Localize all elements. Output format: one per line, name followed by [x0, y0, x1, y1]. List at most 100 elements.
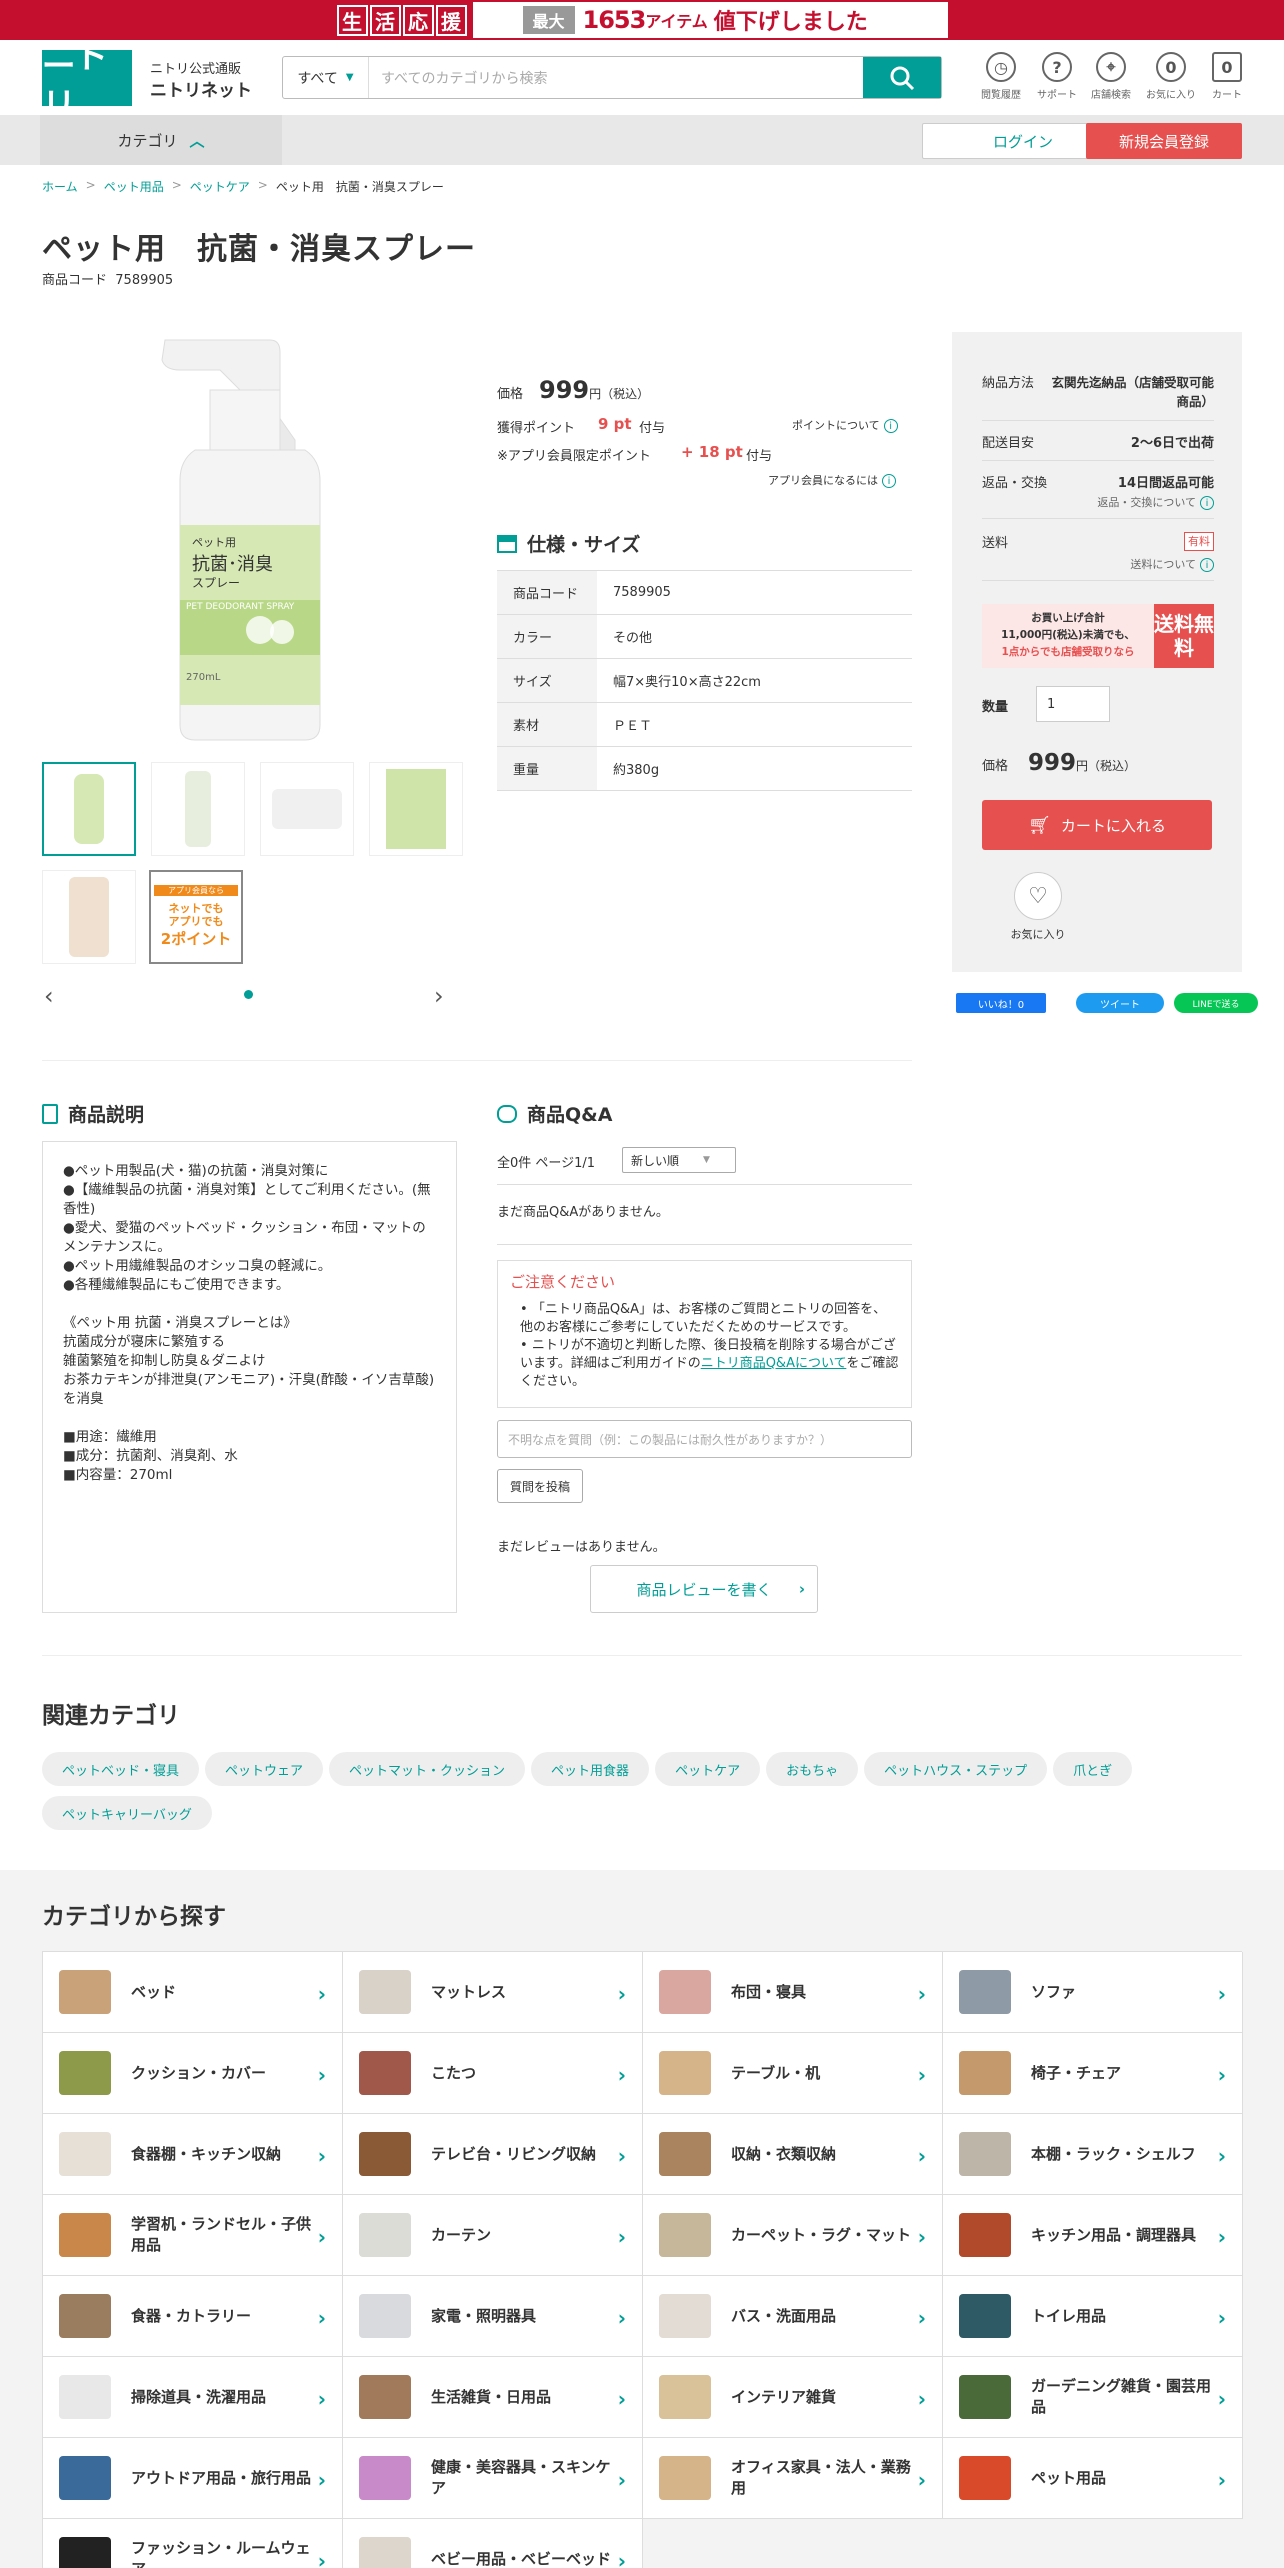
search-scope-select[interactable]: すべて ▼ — [283, 57, 369, 98]
product-code: 商品コード 7589905 — [42, 269, 173, 288]
category-thumbnail — [959, 2375, 1011, 2419]
category-menu-button[interactable]: カテゴリ ︿ — [40, 115, 282, 165]
related-tag[interactable]: ペットケア — [655, 1752, 761, 1786]
category-tile[interactable]: テーブル・机 › — [643, 2033, 943, 2114]
favorite-heart-icon[interactable]: ♡ — [1014, 872, 1062, 920]
category-tile[interactable]: 布団・寝具 › — [643, 1952, 943, 2033]
category-tile[interactable]: クッション・カバー › — [43, 2033, 343, 2114]
banner-message: 最大 1653 アイテム 値下げしました — [472, 2, 948, 38]
category-tile[interactable]: ソファ › — [943, 1952, 1243, 2033]
thumbnail-2[interactable] — [151, 762, 245, 856]
points-label: 獲得ポイント — [497, 421, 576, 436]
category-tile[interactable]: 収納・衣類収納 › — [643, 2114, 943, 2195]
category-tile[interactable]: ベビー用品・ベビーベッド › — [343, 2519, 643, 2568]
category-tile[interactable]: 生活雑貨・日用品 › — [343, 2357, 643, 2438]
return-about-link[interactable]: 返品・交換について i — [982, 494, 1214, 510]
question-input[interactable]: 不明な点を質問（例：この製品には耐久性がありますか？） — [497, 1420, 912, 1458]
category-tile[interactable]: 食器・カトラリー › — [43, 2276, 343, 2357]
breadcrumb-home[interactable]: ホーム — [42, 178, 78, 195]
related-tag[interactable]: ペットウェア — [205, 1752, 324, 1786]
category-tile[interactable]: 食器棚・キッチン収納 › — [43, 2114, 343, 2195]
qa-guide-link[interactable]: ニトリ商品Q&Aについて — [701, 1356, 847, 1371]
category-tile[interactable]: テレビ台・リビング収納 › — [343, 2114, 643, 2195]
category-tile[interactable]: こたつ › — [343, 2033, 643, 2114]
category-tile[interactable]: 椅子・チェア › — [943, 2033, 1243, 2114]
add-to-cart-button[interactable]: 🛒︎ カートに入れる — [982, 800, 1212, 850]
related-tag[interactable]: ペットハウス・ステップ — [864, 1752, 1048, 1786]
post-question-button[interactable]: 質問を投稿 — [497, 1469, 583, 1503]
category-tile[interactable]: トイレ用品 › — [943, 2276, 1243, 2357]
category-tile[interactable]: ペット用品 › — [943, 2438, 1243, 2519]
category-tile[interactable]: ファッション・ルームウェア › — [43, 2519, 343, 2568]
breadcrumb-petcare[interactable]: ペットケア — [190, 178, 250, 195]
next-arrow-icon[interactable]: › — [434, 982, 444, 1010]
tweet-button[interactable]: ツイート — [1076, 993, 1164, 1013]
qa-sort-select[interactable]: 新しい順 ▼ — [622, 1147, 736, 1173]
category-tile[interactable]: 学習机・ランドセル・子供用品 › — [43, 2195, 343, 2276]
app-join-link[interactable]: アプリ会員になるには i — [768, 472, 896, 488]
prev-arrow-icon[interactable]: ‹ — [44, 982, 54, 1010]
category-label: 椅子・チェア — [1031, 2063, 1122, 2082]
breadcrumb-pet[interactable]: ペット用品 — [104, 178, 164, 195]
category-tile[interactable]: 掃除道具・洗濯用品 › — [43, 2357, 343, 2438]
related-tag[interactable]: おもちゃ — [766, 1752, 859, 1786]
points-about-link[interactable]: ポイントについて i — [792, 417, 898, 433]
category-tile[interactable]: キッチン用品・調理器具 › — [943, 2195, 1243, 2276]
panel-price-yen: 円（税込） — [1076, 759, 1137, 773]
related-tag[interactable]: 爪とぎ — [1053, 1752, 1133, 1786]
divider — [982, 518, 1214, 519]
category-thumbnail — [359, 2537, 411, 2568]
header-history[interactable]: ◷ 閲覧履歴 — [975, 52, 1027, 101]
header-cart[interactable]: 0 カート — [1201, 52, 1253, 101]
category-tile[interactable]: ガーデニング雑貨・園芸用品 › — [943, 2357, 1243, 2438]
category-tile[interactable]: バス・洗面用品 › — [643, 2276, 943, 2357]
top-banner[interactable]: 生 活 応 援 最大 1653 アイテム 値下げしました — [0, 0, 1284, 40]
shipping-about-link[interactable]: 送料について i — [982, 556, 1214, 572]
related-tag[interactable]: ペットベッド・寝具 — [42, 1752, 200, 1786]
breadcrumb-sep: > — [171, 178, 182, 192]
main-product-image[interactable]: ペット用 抗菌･消臭 スプレー PET DEODORANT SPRAY 270m… — [120, 330, 370, 750]
free-line-2: 11,000円(税込)未満でも、 — [1001, 629, 1135, 641]
category-tile[interactable]: 本棚・ラック・シェルフ › — [943, 2114, 1243, 2195]
free-shipping-big: 送料無料 — [1154, 604, 1214, 668]
eta-row: 配送目安 2～6日で出荷 — [982, 432, 1214, 451]
category-tile[interactable]: 家電・照明器具 › — [343, 2276, 643, 2357]
related-tag[interactable]: ペット用食器 — [531, 1752, 650, 1786]
category-label: 収納・衣類収納 — [731, 2144, 837, 2163]
quantity-input[interactable]: 1 — [1036, 686, 1110, 722]
facebook-like-button[interactable]: いいね！0 — [956, 993, 1046, 1013]
carousel-dot[interactable] — [244, 990, 253, 999]
header-support[interactable]: ? サポート — [1031, 52, 1083, 101]
description-line: ●ペット用製品(犬・猫)の抗菌・消臭対策に — [63, 1163, 329, 1179]
category-tile[interactable]: ベッド › — [43, 1952, 343, 2033]
breadcrumb: ホーム > ペット用品 > ペットケア > ペット用 抗菌・消臭スプレー — [42, 178, 444, 195]
thumbnail-5[interactable] — [42, 870, 136, 964]
category-tile[interactable]: オフィス家具・法人・業務用 › — [643, 2438, 943, 2519]
nitori-logo[interactable]: ニトリ — [42, 37, 132, 126]
header-store[interactable]: ⌖ 店舗検索 — [1085, 52, 1137, 101]
line-share-button[interactable]: LINEで送る — [1174, 993, 1258, 1013]
spec-row: 商品コード 7589905 — [497, 571, 912, 615]
header-favorites[interactable]: 0 お気に入り — [1145, 52, 1197, 101]
thumbnail-6-badge[interactable]: アプリ会員なら ネットでも アプリでも 2ポイント — [149, 870, 243, 964]
free-shipping-banner[interactable]: お買い上げ合計 11,000円(税込)未満でも、 1点からでも店舗受取りなら 送… — [982, 604, 1214, 668]
category-tile[interactable]: カーペット・ラグ・マット › — [643, 2195, 943, 2276]
search-button[interactable] — [863, 57, 941, 98]
category-tile[interactable]: アウトドア用品・旅行用品 › — [43, 2438, 343, 2519]
category-tile[interactable]: カーテン › — [343, 2195, 643, 2276]
thumbnail-1[interactable] — [42, 762, 136, 856]
thumbnail-3[interactable] — [260, 762, 354, 856]
search-input[interactable]: すべてのカテゴリから検索 — [369, 57, 863, 98]
category-label: インテリア雑貨 — [731, 2387, 837, 2406]
category-tile[interactable]: マットレス › — [343, 1952, 643, 2033]
category-tile[interactable]: 健康・美容器具・スキンケア › — [343, 2438, 643, 2519]
related-tag[interactable]: ペットマット・クッション — [329, 1752, 526, 1786]
related-tag[interactable]: ペットキャリーバッグ — [42, 1796, 212, 1830]
chevron-right-icon: › — [1217, 2144, 1226, 2168]
register-button[interactable]: 新規会員登録 — [1086, 123, 1242, 159]
write-review-button[interactable]: 商品レビューを書く › — [590, 1565, 818, 1613]
thumbnail-4[interactable] — [369, 762, 463, 856]
category-thumbnail — [959, 2294, 1011, 2338]
category-tile[interactable]: インテリア雑貨 › — [643, 2357, 943, 2438]
shipping-label: 送料 — [982, 536, 1009, 551]
